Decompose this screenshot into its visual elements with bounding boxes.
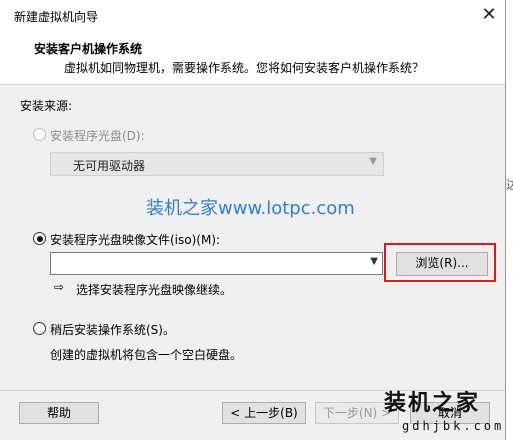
install-source-label: 安装来源: bbox=[20, 99, 73, 113]
help-button[interactable]: 帮助 bbox=[19, 402, 99, 424]
page-subtitle: 虚拟机如同物理机，需要操作系统。您将如何安装客户机操作系统？ bbox=[64, 61, 425, 75]
window-title: 新建虚拟机向导 bbox=[14, 10, 99, 24]
back-button[interactable]: < 上一步(B) bbox=[222, 402, 306, 424]
background-edge-glyph: 达 bbox=[506, 178, 513, 192]
watermark-text: 装机之家www.lotpc.com bbox=[146, 198, 355, 219]
title-bar: 新建虚拟机向导 ✕ bbox=[0, 0, 505, 32]
iso-hint-text: 选择安装程序光盘映像继续。 bbox=[76, 283, 233, 297]
site-logo-stamp: 装机之家 gdhjbk.com bbox=[380, 385, 513, 440]
chevron-down-icon: ▼ bbox=[369, 156, 377, 167]
disc-radio[interactable] bbox=[33, 128, 46, 141]
logo-text: 装机之家 bbox=[384, 390, 481, 416]
background-window-edge bbox=[506, 0, 513, 440]
iso-path-combobox[interactable]: ▼ bbox=[50, 252, 383, 275]
highlight-box bbox=[384, 243, 496, 282]
later-option-label: 稍后安装操作系统(S)。 bbox=[50, 323, 175, 337]
iso-radio[interactable] bbox=[33, 232, 46, 245]
logo-domain: gdhjbk.com bbox=[402, 419, 505, 433]
disc-drive-dropdown[interactable]: 无可用驱动器 ▼ bbox=[50, 152, 384, 176]
wizard-window: 新建虚拟机向导 ✕ 安装客户机操作系统 虚拟机如同物理机，需要操作系统。您将如何… bbox=[0, 0, 506, 440]
disc-option-label: 安装程序光盘(D): bbox=[50, 129, 145, 143]
later-description: 创建的虚拟机将包含一个空白硬盘。 bbox=[50, 348, 243, 362]
close-icon[interactable]: ✕ bbox=[478, 4, 500, 26]
page-title: 安装客户机操作系统 bbox=[34, 42, 143, 56]
iso-option-label: 安装程序光盘映像文件(iso)(M): bbox=[50, 233, 221, 247]
chevron-down-icon[interactable]: ▼ bbox=[370, 256, 378, 267]
disc-drive-value: 无可用驱动器 bbox=[73, 159, 146, 173]
later-radio[interactable] bbox=[33, 322, 46, 335]
wizard-header: 安装客户机操作系统 虚拟机如同物理机，需要操作系统。您将如何安装客户机操作系统？ bbox=[0, 32, 505, 85]
arrow-right-icon: ⇨ bbox=[54, 280, 65, 294]
